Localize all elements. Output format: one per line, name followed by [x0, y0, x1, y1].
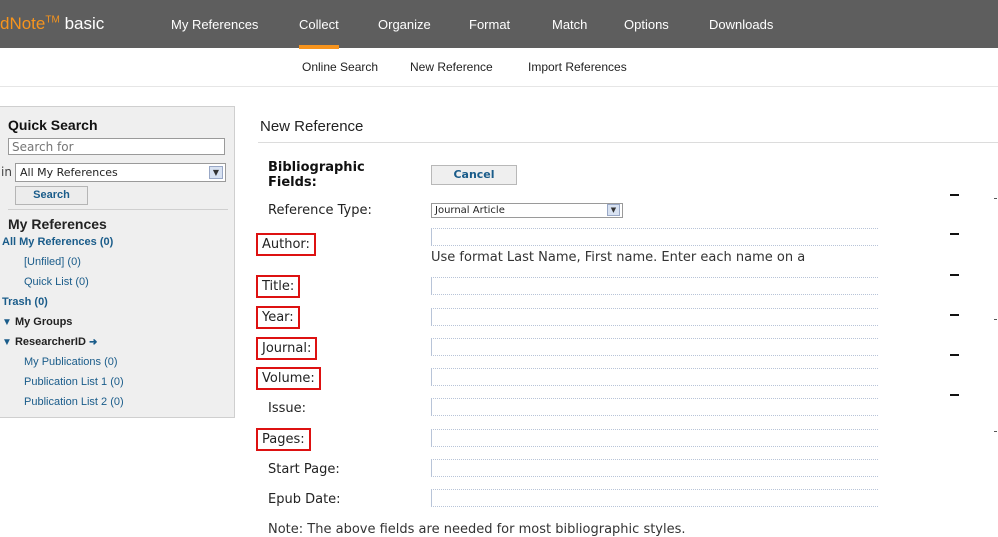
- volume-field[interactable]: [431, 368, 878, 386]
- fields-note: Note: The above fields are needed for mo…: [268, 522, 686, 537]
- subnav-import-references[interactable]: Import References: [528, 60, 627, 74]
- search-button[interactable]: Search: [15, 186, 88, 205]
- column-marker: [950, 233, 959, 235]
- author-label: Author:: [256, 233, 316, 256]
- year-field[interactable]: [431, 308, 878, 326]
- start-page-field[interactable]: [431, 459, 878, 477]
- pages-label: Pages:: [256, 428, 311, 451]
- volume-label: Volume:: [256, 367, 321, 390]
- column-marker: [950, 354, 959, 356]
- journal-label: Journal:: [256, 337, 318, 360]
- title-divider: [258, 142, 998, 143]
- nav-options[interactable]: Options: [624, 17, 669, 32]
- researcherid-label: ResearcherID: [14, 336, 86, 348]
- issue-field[interactable]: [431, 398, 878, 416]
- nav-format[interactable]: Format: [469, 17, 510, 32]
- subnav-online-search[interactable]: Online Search: [302, 60, 378, 74]
- search-input[interactable]: [8, 138, 225, 155]
- sidebar-item-all-references[interactable]: All My References (0): [2, 236, 113, 248]
- author-format-hint: Use format Last Name, First name. Enter …: [431, 250, 806, 265]
- sidebar: Quick Search in All My References ▼ Sear…: [0, 106, 235, 418]
- sidebar-divider: [8, 209, 228, 210]
- start-page-label: Start Page:: [268, 462, 340, 477]
- nav-match[interactable]: Match: [552, 17, 587, 32]
- my-references-title: My References: [8, 216, 107, 232]
- reference-type-label: Reference Type:: [268, 203, 372, 218]
- chevron-down-icon: ▼: [209, 166, 223, 179]
- epub-date-field[interactable]: [431, 489, 878, 507]
- author-field[interactable]: [431, 228, 878, 246]
- chevron-down-icon: ▼: [607, 204, 620, 216]
- title-label: Title:: [256, 275, 301, 298]
- nav-collect[interactable]: Collect: [299, 17, 339, 49]
- triangle-down-icon: ▼: [2, 317, 12, 328]
- nav-my-references[interactable]: My References: [171, 17, 258, 32]
- bib-heading-line1: Bibliographic: [268, 160, 365, 175]
- nav-downloads[interactable]: Downloads: [709, 17, 773, 32]
- sidebar-item-publication-list-2[interactable]: Publication List 2 (0): [24, 396, 124, 408]
- edge-mark: [994, 198, 997, 199]
- sidebar-item-quick-list[interactable]: Quick List (0): [24, 276, 89, 288]
- search-scope-select[interactable]: All My References ▼: [15, 163, 226, 182]
- sidebar-group-researcherid[interactable]: ▼ ResearcherID ➜: [2, 336, 97, 348]
- subnav-new-reference[interactable]: New Reference: [410, 60, 493, 74]
- nav-organize[interactable]: Organize: [378, 17, 431, 32]
- pages-field[interactable]: [431, 429, 878, 447]
- arrow-right-icon: ➜: [88, 337, 98, 348]
- edge-mark: [994, 319, 997, 320]
- edge-mark: [994, 431, 997, 432]
- page-title: New Reference: [260, 118, 364, 135]
- sidebar-group-my-groups[interactable]: ▼ My Groups: [2, 316, 72, 328]
- brand-name: dNote: [0, 14, 46, 33]
- cancel-button[interactable]: Cancel: [431, 165, 517, 185]
- sidebar-item-unfiled[interactable]: [Unfiled] (0): [24, 256, 81, 268]
- bibliographic-fields-heading: Bibliographic Fields:: [268, 160, 365, 190]
- subnav-divider: [0, 86, 998, 87]
- sidebar-item-my-publications[interactable]: My Publications (0): [24, 356, 118, 368]
- issue-label: Issue:: [268, 401, 306, 416]
- brand-edition: basic: [64, 14, 105, 33]
- column-marker: [950, 194, 959, 196]
- epub-date-label: Epub Date:: [268, 492, 341, 507]
- column-marker: [950, 394, 959, 396]
- search-scope-label: in: [1, 165, 12, 179]
- sidebar-item-trash[interactable]: Trash (0): [2, 296, 48, 308]
- quick-search-title: Quick Search: [8, 117, 98, 133]
- app-logo[interactable]: dNoteTM basic: [0, 14, 104, 34]
- my-groups-label: My Groups: [14, 316, 73, 328]
- title-field[interactable]: [431, 277, 878, 295]
- bib-heading-line2: Fields:: [268, 175, 317, 190]
- search-scope-value: All My References: [20, 166, 118, 179]
- sidebar-item-publication-list-1[interactable]: Publication List 1 (0): [24, 376, 124, 388]
- year-label: Year:: [256, 306, 300, 329]
- column-marker: [950, 274, 959, 276]
- top-nav-bar: dNoteTM basic My References Collect Orga…: [0, 0, 998, 49]
- reference-type-value: Journal Article: [435, 205, 505, 216]
- trademark: TM: [45, 14, 60, 26]
- reference-type-select[interactable]: Journal Article ▼: [431, 203, 623, 218]
- triangle-down-icon: ▼: [2, 337, 12, 348]
- column-marker: [950, 314, 959, 316]
- journal-field[interactable]: [431, 338, 878, 356]
